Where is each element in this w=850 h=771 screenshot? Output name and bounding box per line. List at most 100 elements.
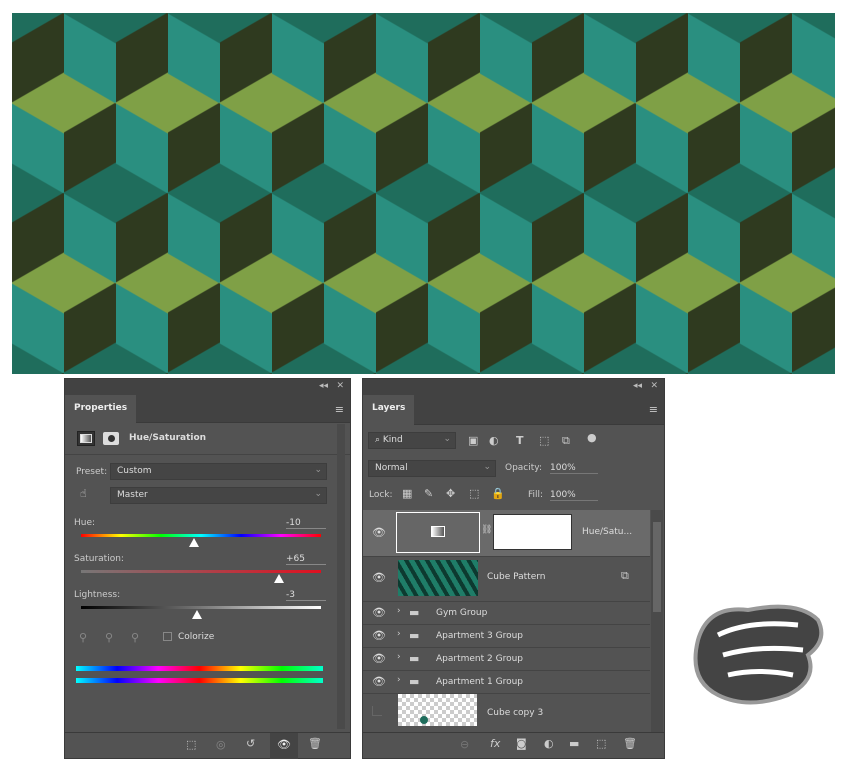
trash-icon[interactable]: 🗑: [623, 737, 637, 750]
panel-menu-icon[interactable]: ≡: [335, 403, 344, 416]
saturation-value[interactable]: +65: [286, 554, 326, 565]
layer-name: Apartment 3 Group: [436, 631, 523, 641]
lightness-label: Lightness:: [74, 590, 121, 600]
filter-adjustment-icon[interactable]: ◐: [489, 434, 499, 447]
lock-image-icon[interactable]: ✎: [424, 487, 433, 500]
layer-name: Apartment 1 Group: [436, 677, 523, 687]
canvas-image: [12, 13, 835, 374]
layer-name: Cube copy 3: [487, 708, 544, 718]
filter-shape-icon[interactable]: ⬚: [539, 434, 549, 447]
folder-icon: ▬: [409, 629, 420, 642]
layer-row-hue-saturation[interactable]: 👁 ⛓ Hue/Satu...: [363, 510, 650, 557]
link-layers-icon[interactable]: ⊖: [460, 738, 469, 751]
adjustment-icon: [431, 526, 445, 537]
watermark-logo: [693, 604, 824, 705]
layer-row-cube-pattern[interactable]: 👁 Cube Pattern ⧉: [363, 557, 650, 602]
chevron-right-icon[interactable]: ›: [397, 652, 401, 662]
opacity-input[interactable]: 100%: [550, 463, 598, 474]
chevron-down-icon: ⌄: [314, 489, 322, 499]
preset-value: Custom: [117, 466, 152, 476]
layer-name: Hue/Satu...: [582, 527, 633, 537]
fill-label: Fill:: [528, 490, 544, 500]
link-icon[interactable]: ⛓: [481, 525, 492, 535]
lightness-value[interactable]: -3: [286, 590, 326, 601]
visibility-eye-icon[interactable]: 👁: [372, 629, 386, 642]
new-adjustment-layer-icon[interactable]: ◐: [544, 737, 554, 750]
layer-row-apartment-2-group[interactable]: 👁 › ▬ Apartment 2 Group: [363, 648, 650, 671]
trash-icon[interactable]: 🗑: [308, 737, 322, 750]
eyedropper-icon[interactable]: ⚲: [79, 631, 87, 644]
layer-row-cube-copy-3[interactable]: Cube copy 3: [363, 694, 650, 732]
visibility-eye-icon[interactable]: 👁: [372, 652, 386, 665]
targeted-adjustment-hand-icon[interactable]: ☝: [80, 487, 87, 500]
layer-row-apartment-3-group[interactable]: 👁 › ▬ Apartment 3 Group: [363, 625, 650, 648]
saturation-slider-thumb[interactable]: [274, 574, 284, 583]
hue-value[interactable]: -10: [286, 518, 326, 529]
visibility-toggle-off[interactable]: [372, 706, 382, 716]
fx-icon[interactable]: fx: [490, 737, 500, 750]
opacity-label: Opacity:: [505, 463, 542, 473]
lock-artboard-icon[interactable]: ⬚: [469, 487, 479, 500]
visibility-eye-icon[interactable]: 👁: [372, 606, 386, 619]
close-icon[interactable]: ✕: [650, 381, 658, 391]
colorize-checkbox[interactable]: [163, 632, 172, 641]
close-icon[interactable]: ✕: [336, 381, 344, 391]
layer-name: Apartment 2 Group: [436, 654, 523, 664]
layer-row-gym-group[interactable]: 👁 › ▬ Gym Group: [363, 602, 650, 625]
new-layer-icon[interactable]: ⬚: [596, 737, 606, 750]
filter-pixel-icon[interactable]: ▣: [468, 434, 478, 447]
panel-topbar: ◂◂ ✕: [65, 379, 350, 395]
properties-panel: ◂◂ ✕ Properties ≡ Hue/Saturation Preset:…: [64, 378, 351, 759]
channel-dropdown[interactable]: Master ⌄: [110, 487, 327, 504]
mask-icon[interactable]: [103, 432, 119, 445]
layer-row-apartment-1-group[interactable]: 👁 › ▬ Apartment 1 Group: [363, 671, 650, 694]
add-mask-icon[interactable]: ◙: [516, 737, 527, 750]
clip-to-layer-icon[interactable]: ⬚: [186, 738, 196, 751]
visibility-eye-icon[interactable]: 👁: [270, 733, 298, 759]
lightness-slider-thumb[interactable]: [192, 610, 203, 619]
filter-type-icon[interactable]: T: [516, 434, 524, 447]
chevron-right-icon[interactable]: ›: [397, 606, 401, 616]
eyedropper-add-icon[interactable]: ⚲: [105, 631, 113, 644]
scrollbar[interactable]: [337, 424, 345, 729]
blend-mode-dropdown[interactable]: Normal ⌄: [368, 460, 496, 477]
adjustment-icon[interactable]: [77, 431, 95, 446]
filter-kind-dropdown[interactable]: ⌕ Kind ⌄: [368, 432, 456, 449]
layer-name: Cube Pattern: [487, 572, 546, 582]
fill-input[interactable]: 100%: [550, 490, 598, 501]
scrollbar[interactable]: [651, 510, 663, 732]
collapse-icon[interactable]: ◂◂: [319, 381, 328, 391]
new-group-icon[interactable]: ▬: [569, 737, 579, 750]
eyedropper-subtract-icon[interactable]: ⚲: [131, 631, 139, 644]
visibility-eye-icon[interactable]: 👁: [372, 675, 386, 688]
lock-all-icon[interactable]: 🔒: [491, 487, 505, 500]
hue-slider-track[interactable]: [81, 534, 321, 537]
lightness-slider-track[interactable]: [81, 606, 321, 609]
colorize-label: Colorize: [178, 632, 215, 642]
panel-menu-icon[interactable]: ≡: [649, 403, 658, 416]
chevron-down-icon: ⌄: [483, 462, 491, 472]
result-color-bar: [76, 678, 323, 683]
lock-transparent-icon[interactable]: ▦: [402, 487, 412, 500]
layer-thumbnail: [398, 694, 477, 726]
chevron-right-icon[interactable]: ›: [397, 675, 401, 685]
filter-toggle-icon[interactable]: ●: [587, 431, 597, 444]
visibility-eye-icon[interactable]: 👁: [372, 571, 386, 584]
collapse-icon[interactable]: ◂◂: [633, 381, 642, 391]
hue-slider-thumb[interactable]: [189, 538, 200, 547]
properties-bottom-bar: ⬚ ◎ ↺ 👁 🗑: [65, 732, 350, 759]
lock-position-icon[interactable]: ✥: [446, 487, 455, 500]
tab-layers[interactable]: Layers: [363, 395, 415, 425]
search-icon: ⌕: [375, 435, 383, 445]
layer-thumbnail: [398, 560, 478, 596]
filter-smart-object-icon[interactable]: ⧉: [562, 434, 570, 448]
visibility-eye-icon[interactable]: 👁: [372, 526, 386, 539]
tab-properties[interactable]: Properties: [65, 395, 137, 423]
reset-icon[interactable]: ↺: [246, 737, 255, 750]
view-previous-state-icon[interactable]: ◎: [216, 738, 226, 751]
preset-label: Preset:: [76, 467, 108, 477]
saturation-slider-track[interactable]: [81, 570, 321, 573]
hue-label: Hue:: [74, 518, 96, 528]
chevron-right-icon[interactable]: ›: [397, 629, 401, 639]
preset-dropdown[interactable]: Custom ⌄: [110, 463, 327, 480]
